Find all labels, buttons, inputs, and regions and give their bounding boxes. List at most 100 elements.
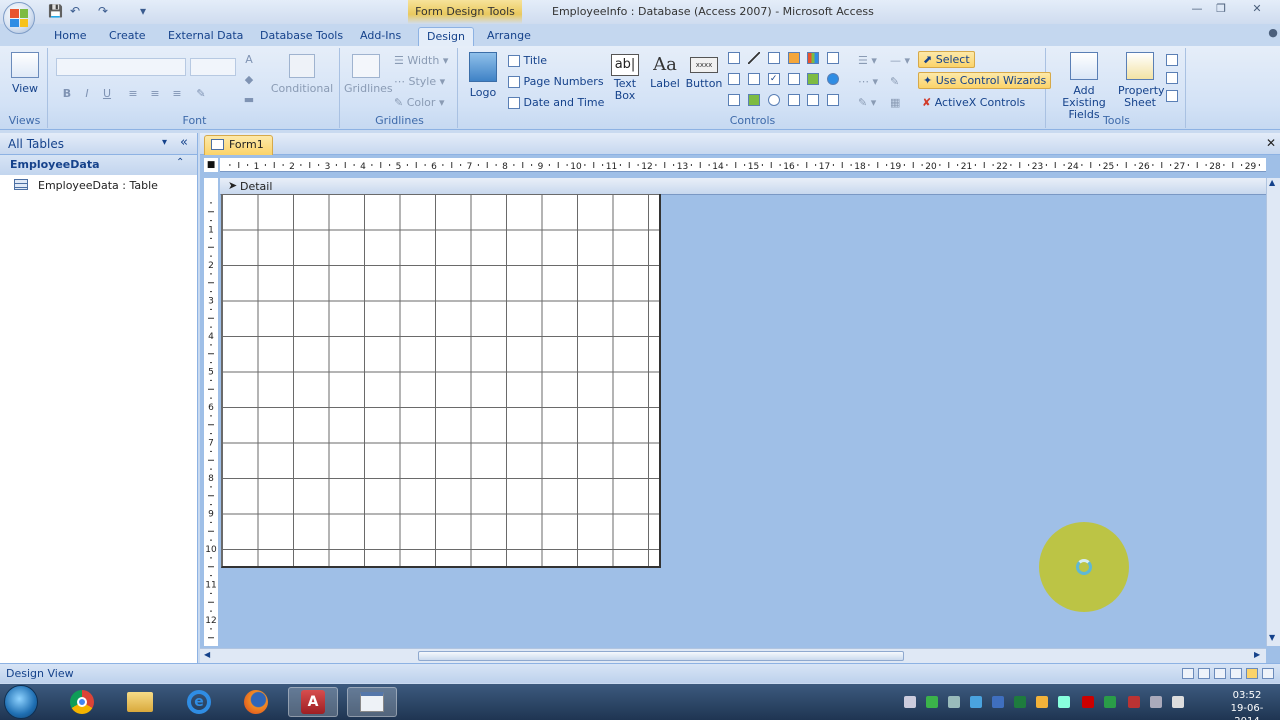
tray-word-icon[interactable] [992,696,1004,708]
date-time-button[interactable]: Date and Time [508,96,604,109]
font-name-dropdown[interactable] [56,58,186,76]
page-break-icon[interactable] [787,94,800,106]
logo-button[interactable]: Logo [466,52,500,99]
line-type-icon[interactable]: — ▾ [890,54,910,67]
scroll-left-icon[interactable]: ◀ [204,650,210,659]
vertical-scrollbar[interactable]: ▲ ▼ [1266,178,1280,646]
minimize-icon[interactable]: — [1186,2,1208,18]
datasheet-view-icon[interactable] [1198,668,1210,679]
tab-home[interactable]: Home [46,27,94,46]
italic-icon[interactable]: I [78,86,96,102]
select-button[interactable]: ⬈ Select [918,51,975,68]
fill-color-icon[interactable]: ◆ [240,72,258,88]
format-painter-icon[interactable]: ✎ [192,86,210,102]
line-thickness-icon[interactable]: ☰ ▾ [858,54,877,67]
horizontal-scrollbar[interactable]: ◀ ▶ [200,648,1266,663]
tray-icon-1[interactable] [904,696,916,708]
tray-volume-icon[interactable] [1150,696,1162,708]
help-icon[interactable]: ● [1262,26,1280,42]
qat-dropdown-icon[interactable]: ▾ [140,4,146,18]
tray-network-icon[interactable] [1172,696,1184,708]
option-group-icon[interactable] [747,73,760,85]
tab-order-icon[interactable] [1166,54,1178,66]
bold-icon[interactable]: B [58,86,76,102]
start-button-icon[interactable] [4,685,38,719]
subform-window-icon[interactable] [1166,72,1178,84]
horizontal-scroll-thumb[interactable] [418,651,904,661]
tab-database-tools[interactable]: Database Tools [252,27,351,46]
access-taskbar-icon[interactable]: A [288,687,338,717]
button-button[interactable]: xxxx Button [684,54,724,90]
form-selector[interactable]: ■ [204,158,218,172]
line-color-icon[interactable]: ▬ [240,92,258,108]
office-button[interactable] [3,2,35,34]
tray-icon-2[interactable] [926,696,938,708]
tray-icon-4[interactable] [970,696,982,708]
nav-dropdown-icon[interactable]: ▾ [162,137,167,148]
check-box-icon[interactable]: ✓ [767,73,780,85]
list-box-icon[interactable] [827,52,840,64]
toggle-icon[interactable] [787,73,800,85]
tray-icon-10[interactable] [1104,696,1116,708]
underline-icon[interactable]: U [98,86,116,102]
tray-icon-3[interactable] [948,696,960,708]
image-icon[interactable] [728,94,740,106]
page-numbers-button[interactable]: Page Numbers [508,75,604,88]
redo-icon[interactable]: ↷ [98,4,108,18]
set-control-defaults-icon[interactable]: ✎ [890,75,899,88]
tab-create[interactable]: Create [101,27,154,46]
option-button-icon[interactable] [767,94,780,106]
tray-icon-8[interactable] [1058,696,1070,708]
detail-section-header[interactable]: ➤ Detail [220,178,1266,195]
scroll-down-icon[interactable]: ▼ [1269,633,1275,642]
line-icon[interactable] [747,52,760,64]
close-form-icon[interactable]: ✕ [1266,136,1276,150]
insert-image-icon[interactable] [807,94,820,106]
undo-icon[interactable]: ↶ [70,4,80,18]
property-sheet-button[interactable]: Property Sheet [1118,52,1165,109]
text-box-button[interactable]: ab| Text Box [606,54,644,102]
add-existing-fields-button[interactable]: Add Existing Fields [1052,52,1116,121]
unbound-object-icon[interactable] [747,94,760,106]
rectangle-icon[interactable] [767,52,780,64]
window-taskbar-icon[interactable] [347,687,397,717]
tab-design[interactable]: Design [418,27,474,46]
nav-group-employeedata[interactable]: EmployeeData ⌃ [0,155,197,175]
attachment-icon[interactable] [827,94,840,106]
bound-object-icon[interactable] [827,73,840,85]
pivot-view-icon[interactable] [1230,668,1242,679]
view-code-icon[interactable] [1166,90,1178,102]
internet-explorer-taskbar-icon[interactable]: e [174,687,224,717]
scroll-up-icon[interactable]: ▲ [1269,178,1275,187]
form1-tab[interactable]: Form1 [204,135,273,155]
use-control-wizards-button[interactable]: ✦ Use Control Wizards [918,72,1052,89]
tab-add-ins[interactable]: Add-Ins [352,27,409,46]
firefox-taskbar-icon[interactable] [231,687,281,717]
layout-view-icon[interactable] [1214,668,1226,679]
style-button[interactable]: ⋯ Style ▾ [394,75,445,88]
font-color-icon[interactable]: A [240,52,258,68]
tab-external-data[interactable]: External Data [160,27,251,46]
gridlines-button[interactable]: Gridlines [344,54,393,95]
taskbar-clock[interactable]: 03:52 19-06-2014 [1218,689,1276,720]
align-right-icon[interactable]: ≡ [168,86,186,102]
activex-button[interactable]: ✘ ActiveX Controls [922,96,1025,109]
combo-box-icon[interactable] [728,73,740,85]
detail-grid-canvas[interactable] [221,194,661,568]
tab-arrange[interactable]: Arrange [479,27,539,46]
title-button[interactable]: Title [508,54,547,67]
scroll-right-icon[interactable]: ▶ [1254,650,1260,659]
chart-icon[interactable] [807,52,820,64]
tray-excel-icon[interactable] [1014,696,1026,708]
form-view-icon[interactable] [1182,668,1194,679]
align-center-icon[interactable]: ≡ [146,86,164,102]
section-selector[interactable] [204,178,218,195]
chrome-taskbar-icon[interactable] [57,687,107,717]
tray-acrobat-icon[interactable] [1082,696,1094,708]
tray-icon-7[interactable] [1036,696,1048,708]
special-effect-icon[interactable]: ▦ [890,96,900,109]
conditional-button[interactable]: Conditional [270,54,334,95]
view-button[interactable]: View [6,52,44,95]
line-color-pen-icon[interactable]: ✎ ▾ [858,96,876,109]
close-icon[interactable]: ✕ [1246,2,1268,18]
